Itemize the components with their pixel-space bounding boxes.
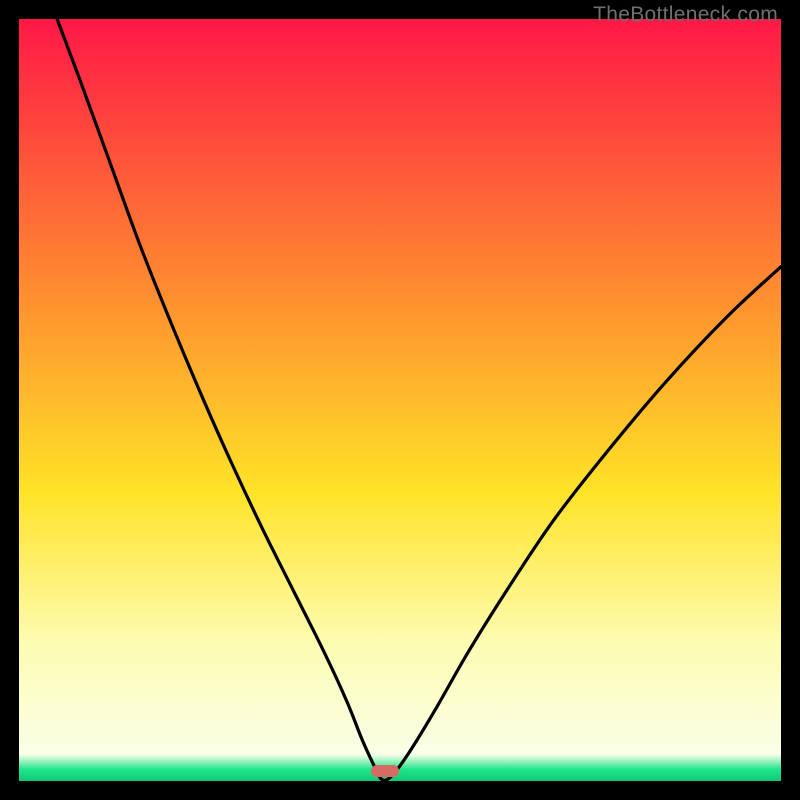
watermark-text: TheBottleneck.com [593, 3, 778, 27]
chart-svg [19, 19, 781, 781]
chart-frame [19, 19, 781, 781]
minimum-marker [371, 765, 399, 777]
gradient-background [19, 19, 781, 781]
